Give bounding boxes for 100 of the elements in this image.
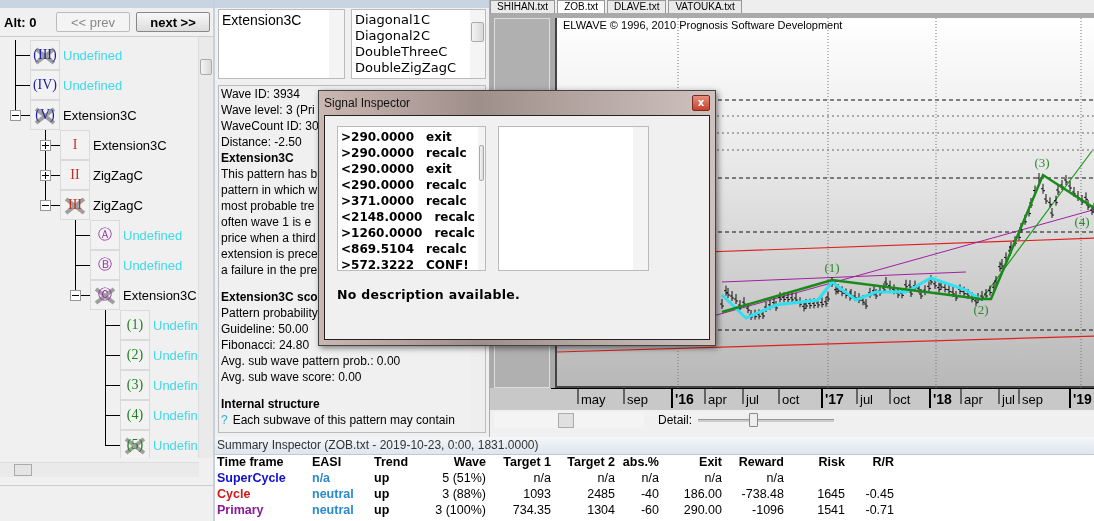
wave-badge[interactable]: Ⓐ xyxy=(90,220,120,250)
info-text: often wave 1 is e xyxy=(221,214,312,230)
scrollbar[interactable] xyxy=(0,462,199,477)
dialog-title: Signal Inspector xyxy=(324,96,411,110)
scrollbar[interactable] xyxy=(633,127,648,270)
wave-badge[interactable]: Ⓑ xyxy=(90,250,120,280)
pattern-choice-list[interactable]: Diagonal1C Diagonal2C DoubleThreeC DoubleZigZagC xyxy=(351,9,486,79)
scrollbar[interactable] xyxy=(494,412,644,428)
signal-item[interactable]: >1260.0000 recalc xyxy=(341,225,475,241)
detail-slider[interactable] xyxy=(698,413,834,427)
description-text: No description available. xyxy=(337,287,522,302)
panel-title: Summary Inspector (ZOB.txt - 2019-10-23, 0:00, 1831.0000) xyxy=(215,437,1094,455)
info-text: most probable tre xyxy=(221,198,315,214)
wave-badge[interactable]: (V) xyxy=(30,100,60,130)
info-text: WaveCount ID: 30 xyxy=(221,118,319,134)
signal-item[interactable]: <2148.0000 recalc xyxy=(341,209,475,225)
copyright-text: ELWAVE © 1996, 2010 Prognosis Software Development xyxy=(563,19,843,31)
signal-list[interactable]: >290.0000 exit >290.0000 recalc <290.0000 exit <290.0000 recalc >371.0000 recalc <2148.0000 recalc >1260.0000 recalc <869.5104 recalc >572.3222 CONF! xyxy=(337,126,486,271)
table-cell-text: 3 (100%) xyxy=(434,503,486,518)
collapse-toggle[interactable] xyxy=(40,200,51,211)
table-cell-text: -738.48 xyxy=(740,487,784,502)
tree-item[interactable]: Extension3C xyxy=(93,137,167,153)
table-cell-text: neutral xyxy=(312,487,355,502)
next-button[interactable]: next >> xyxy=(136,12,210,32)
table-cell-text: 734.35 xyxy=(511,503,551,518)
scrollbar[interactable] xyxy=(329,10,344,78)
column-header: R/R xyxy=(871,455,894,470)
table-cell-text: 186.00 xyxy=(682,487,722,502)
file-tab[interactable]: ZOB.txt xyxy=(557,0,606,13)
table-cell-text: up xyxy=(374,503,391,518)
tree-item[interactable]: ZigZagC xyxy=(93,197,143,213)
section-heading: Internal structure xyxy=(221,396,320,412)
table-cell-text: n/a xyxy=(640,471,659,486)
help-icon: ? xyxy=(221,412,228,428)
wave-badge[interactable]: (4) xyxy=(120,400,150,430)
wave-badge[interactable]: (IV) xyxy=(30,70,60,100)
wave-badge[interactable]: (III) xyxy=(30,40,60,70)
wave-badge[interactable]: (2) xyxy=(120,340,150,370)
scrollbar[interactable] xyxy=(477,127,485,270)
signal-item[interactable]: <290.0000 recalc xyxy=(341,177,475,193)
list-item[interactable]: DoubleZigZagC xyxy=(355,60,467,76)
section-heading: Extension3C xyxy=(221,150,294,166)
table-cell-text: 1645 xyxy=(816,487,845,502)
column-header: Reward xyxy=(737,455,784,470)
collapse-toggle[interactable] xyxy=(10,110,21,121)
expand-toggle[interactable] xyxy=(40,140,51,151)
wave-badge[interactable]: (1) xyxy=(120,310,150,340)
column-header: Trend xyxy=(374,455,410,470)
info-text: Distance: -2.50 xyxy=(221,134,302,150)
list-item[interactable]: DoubleThreeC xyxy=(355,44,467,60)
detail-list[interactable] xyxy=(498,126,649,271)
file-tab[interactable]: DLAVE.txt xyxy=(607,0,667,13)
column-header: abs.% xyxy=(621,455,659,470)
signal-item[interactable]: >572.3222 CONF! xyxy=(341,257,475,273)
column-header: Risk xyxy=(817,455,845,470)
list-item[interactable]: Extension3C xyxy=(222,12,326,28)
table-cell-text: up xyxy=(374,487,391,502)
wave-badge[interactable]: II xyxy=(60,160,90,190)
table-cell-text: -1096 xyxy=(751,503,784,518)
list-item[interactable]: Diagonal1C xyxy=(355,12,467,28)
column-header: EASI xyxy=(312,455,343,470)
info-text: Avg. sub wave pattern prob.: 0.00 xyxy=(221,353,401,369)
tree-item[interactable]: ZigZagC xyxy=(93,167,143,183)
pattern-list[interactable]: Extension3C xyxy=(218,9,345,79)
table-cell-text: n/a xyxy=(532,471,551,486)
signal-item[interactable]: >371.0000 recalc xyxy=(341,193,475,209)
wave-label: (4) xyxy=(1074,214,1090,229)
signal-item[interactable]: <869.5104 recalc xyxy=(341,241,475,257)
wave-badge[interactable]: (3) xyxy=(120,370,150,400)
signal-item[interactable]: <290.0000 exit xyxy=(341,161,475,177)
collapse-toggle[interactable] xyxy=(70,290,81,301)
table-cell-text: 5 (51%) xyxy=(441,471,486,486)
table-cell-text: neutral xyxy=(312,503,355,518)
detail-label: Detail: xyxy=(658,413,692,427)
wave-badge[interactable]: I xyxy=(60,130,90,160)
expand-toggle[interactable] xyxy=(40,170,51,181)
section-heading: Extension3C sco xyxy=(221,289,318,305)
list-item[interactable]: Diagonal2C xyxy=(355,28,467,44)
file-tab[interactable]: VATOUKA.txt xyxy=(668,0,742,13)
tree-item[interactable]: Extension3C xyxy=(123,287,197,303)
info-text: price when a third xyxy=(221,230,316,246)
table-cell-text: Cycle xyxy=(217,487,252,502)
column-header: Target 2 xyxy=(566,455,615,470)
file-tab[interactable]: SHIHAN.txt xyxy=(490,0,556,13)
scrollbar[interactable] xyxy=(470,10,485,78)
info-text: a failure in the pre xyxy=(221,262,318,278)
table-cell-text: 1304 xyxy=(586,503,615,518)
signal-item[interactable]: >290.0000 exit xyxy=(341,129,475,145)
time-axis: may sep '16 apr jul oct '17 jul oct '18 apr jul sep '19 xyxy=(551,388,1094,410)
info-text: pattern in which w xyxy=(221,182,318,198)
info-text: Avg. sub wave score: 0.00 xyxy=(221,369,362,385)
column-header: Target 1 xyxy=(502,455,551,470)
scrollbar[interactable] xyxy=(198,37,213,458)
wave-label: (1) xyxy=(824,260,840,275)
signal-item[interactable]: >290.0000 recalc xyxy=(341,145,475,161)
table-cell-text: 1093 xyxy=(522,487,551,502)
info-text: This pattern has b xyxy=(221,166,318,182)
table-cell-text: 2485 xyxy=(586,487,615,502)
info-text: Each subwave of this pattern may contain xyxy=(232,412,455,428)
tree-item[interactable]: Extension3C xyxy=(63,107,137,123)
